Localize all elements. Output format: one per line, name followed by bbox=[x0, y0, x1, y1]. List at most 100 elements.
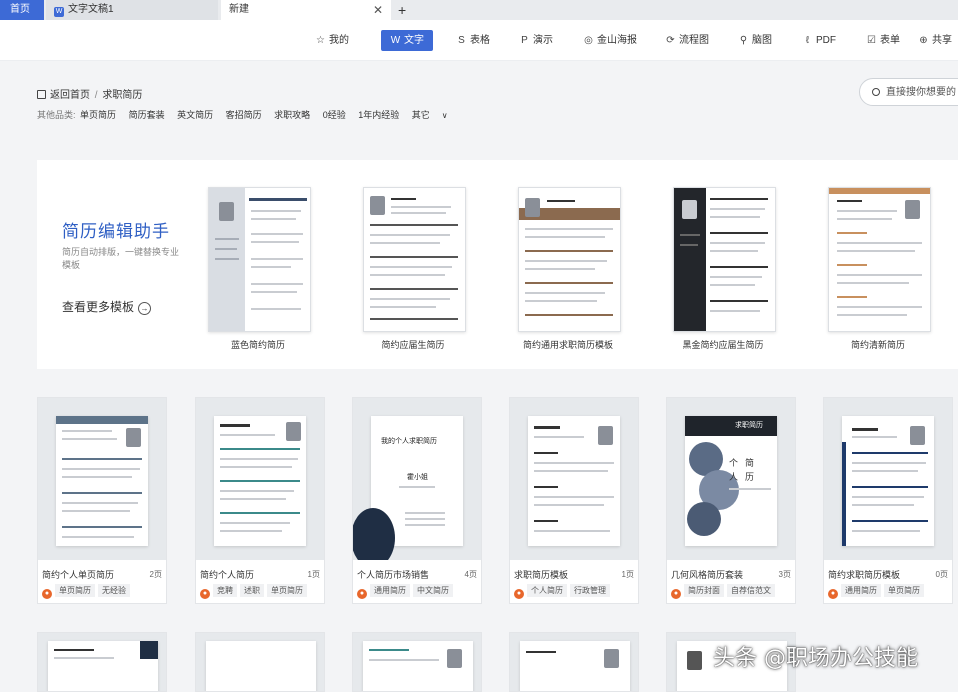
category-item[interactable]: 0经验 bbox=[323, 110, 346, 120]
resume-line bbox=[525, 228, 613, 230]
category-item[interactable]: 简历套装 bbox=[129, 110, 165, 120]
cover-char: 历 bbox=[745, 472, 755, 482]
resume-line bbox=[525, 250, 613, 252]
template-tag[interactable]: 简历封面 bbox=[684, 584, 724, 597]
tool-presentation-label: 演示 bbox=[533, 35, 553, 46]
template-card[interactable]: 求职简历 个 人 简 历 几何风格简历套装 3页 ● 简历封面 自荐信范文 bbox=[666, 397, 796, 604]
template-tag[interactable]: 单页简历 bbox=[267, 584, 307, 597]
tool-mindmap[interactable]: ⚲ 脑图 bbox=[738, 30, 772, 51]
tool-presentation[interactable]: P 演示 bbox=[519, 30, 553, 51]
template-card[interactable]: 简约个人简历 1页 ● 竞聘 述职 单页简历 bbox=[195, 397, 325, 604]
category-item[interactable]: 客招简历 bbox=[226, 110, 262, 120]
template-tags: ● 简历封面 自荐信范文 bbox=[671, 584, 778, 599]
cover-heading: 求职简历 bbox=[735, 422, 763, 429]
resume-line bbox=[525, 260, 607, 262]
resume-line bbox=[729, 488, 771, 490]
template-card[interactable]: 我的个人求职简历 霍小姐 个人简历市场销售 4页 ● 通用简历 中文简历 bbox=[352, 397, 482, 604]
tool-flowchart-label: 流程图 bbox=[679, 35, 709, 46]
template-card[interactable] bbox=[673, 187, 776, 332]
resume-photo bbox=[370, 196, 385, 215]
add-tab-button[interactable]: + bbox=[398, 0, 406, 20]
category-item[interactable]: 英文简历 bbox=[177, 110, 213, 120]
presentation-icon: P bbox=[521, 35, 528, 46]
breadcrumb-current: 求职简历 bbox=[102, 90, 143, 101]
resume-line bbox=[710, 266, 768, 268]
breadcrumb-home[interactable]: 返回首页 bbox=[50, 90, 90, 101]
template-tag[interactable]: 个人简历 bbox=[527, 584, 567, 597]
template-tag[interactable]: 通用简历 bbox=[370, 584, 410, 597]
category-item[interactable]: 1年内经验 bbox=[358, 110, 399, 120]
template-tag[interactable]: 中文简历 bbox=[413, 584, 453, 597]
template-tag[interactable]: 单页简历 bbox=[884, 584, 924, 597]
tool-poster-label: 金山海报 bbox=[597, 35, 637, 46]
resume-preview bbox=[214, 416, 306, 546]
tool-share[interactable]: ⊕ 共享 bbox=[918, 30, 952, 51]
cover-char: 人 bbox=[729, 472, 739, 482]
home-icon bbox=[37, 90, 46, 99]
template-card[interactable]: 求职简历模板 1页 ● 个人简历 行政管理 bbox=[509, 397, 639, 604]
tool-mine[interactable]: ☆ 我的 bbox=[315, 30, 349, 51]
resume-line bbox=[837, 274, 922, 276]
fire-icon: ● bbox=[514, 589, 524, 599]
resume-line bbox=[251, 233, 303, 235]
template-card[interactable] bbox=[195, 632, 325, 692]
template-card[interactable] bbox=[509, 632, 639, 692]
resume-line bbox=[405, 518, 445, 520]
resume-line bbox=[370, 224, 458, 226]
template-card[interactable]: 简约个人单页简历 2页 ● 单页简历 无经验 bbox=[37, 397, 167, 604]
view-more-templates-link[interactable]: 查看更多模板 → bbox=[62, 298, 152, 315]
cover-decoration bbox=[353, 508, 395, 560]
resume-line bbox=[391, 206, 451, 208]
template-tag[interactable]: 述职 bbox=[240, 584, 264, 597]
share-icon: ⊕ bbox=[919, 35, 928, 46]
form-icon: ☑ bbox=[867, 35, 876, 46]
tab-home[interactable]: 首页 bbox=[0, 0, 44, 20]
template-card[interactable]: 简约求职简历模板 0页 ● 通用简历 单页简历 bbox=[823, 397, 953, 604]
resume-line bbox=[370, 318, 458, 320]
resume-line bbox=[837, 296, 867, 298]
template-name: 简约清新简历 bbox=[850, 340, 905, 350]
resume-line bbox=[62, 438, 117, 440]
template-thumbnail bbox=[510, 398, 638, 560]
resume-photo bbox=[525, 198, 540, 217]
template-tag[interactable]: 通用简历 bbox=[841, 584, 881, 597]
close-icon[interactable]: ✕ bbox=[373, 0, 383, 20]
template-tag[interactable]: 单页简历 bbox=[55, 584, 95, 597]
resume-line bbox=[534, 452, 558, 454]
tool-sheet[interactable]: S 表格 bbox=[456, 30, 490, 51]
search-input[interactable]: 直接搜你想要的 bbox=[859, 78, 958, 106]
template-tags: ● 竞聘 述职 单页简历 bbox=[200, 584, 310, 599]
tool-writer-label: 文字 bbox=[404, 35, 424, 46]
template-card[interactable] bbox=[208, 187, 311, 332]
template-card[interactable] bbox=[37, 632, 167, 692]
template-card[interactable] bbox=[828, 187, 931, 332]
tool-form[interactable]: ☑ 表单 bbox=[866, 30, 900, 51]
tool-flowchart[interactable]: ⟳ 流程图 bbox=[665, 30, 709, 51]
resume-line bbox=[251, 291, 297, 293]
tab-document[interactable]: W 文字文稿1 bbox=[46, 0, 218, 20]
resume-line bbox=[220, 530, 282, 532]
tool-pdf[interactable]: ℓ PDF bbox=[802, 30, 836, 51]
resume-line bbox=[852, 496, 924, 498]
resume-line bbox=[62, 526, 142, 528]
category-item[interactable]: 求职攻略 bbox=[274, 110, 310, 120]
resume-cover-preview: 求职简历 个 人 简 历 bbox=[685, 416, 777, 546]
resume-line bbox=[534, 426, 560, 429]
template-card[interactable] bbox=[352, 632, 482, 692]
resume-line bbox=[525, 314, 613, 316]
template-tag[interactable]: 自荐信范文 bbox=[727, 584, 775, 597]
template-tag[interactable]: 竞聘 bbox=[213, 584, 237, 597]
category-more[interactable]: 其它 ∨ bbox=[412, 110, 448, 120]
tab-new[interactable]: 新建 ✕ bbox=[221, 0, 391, 20]
title-bar: 首页 W 文字文稿1 新建 ✕ + bbox=[0, 0, 958, 20]
star-icon: ☆ bbox=[316, 35, 325, 46]
template-tag[interactable]: 行政管理 bbox=[570, 584, 610, 597]
resume-line bbox=[54, 649, 94, 651]
tool-poster[interactable]: ◎ 金山海报 bbox=[583, 30, 637, 51]
category-item[interactable]: 单页简历 bbox=[80, 110, 116, 120]
template-card[interactable] bbox=[518, 187, 621, 332]
template-tag[interactable]: 无经验 bbox=[98, 584, 130, 597]
template-thumbnail bbox=[824, 398, 952, 560]
template-card[interactable] bbox=[363, 187, 466, 332]
tool-writer[interactable]: W 文字 bbox=[381, 30, 433, 51]
